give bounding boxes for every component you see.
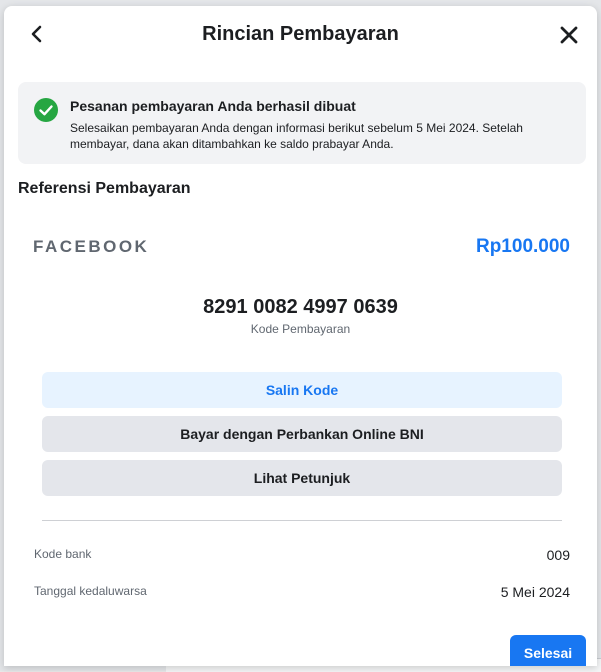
- payment-code-label: Kode Pembayaran: [250, 322, 351, 336]
- facebook-wordmark: FACEBOOK: [33, 237, 150, 256]
- view-instructions-button[interactable]: Lihat Petunjuk: [42, 460, 562, 496]
- bank-code-label: Kode bank: [34, 547, 92, 561]
- done-button[interactable]: Selesai: [510, 635, 586, 666]
- dialog-header: Rincian Pembayaran: [4, 6, 597, 64]
- divider: [42, 520, 562, 521]
- payment-details-dialog: Rincian Pembayaran Pesanan pembayaran An…: [4, 6, 597, 666]
- banner-message: Selesaikan pembayaran Anda dengan inform…: [70, 121, 523, 151]
- copy-code-button[interactable]: Salin Kode: [42, 372, 562, 408]
- section-title: Referensi Pembayaran: [18, 180, 191, 197]
- close-icon: [560, 26, 578, 44]
- bni-online-banking-button[interactable]: Bayar dengan Perbankan Online BNI: [42, 416, 562, 452]
- payment-code: 8291 0082 4997 0639: [203, 296, 398, 318]
- expiry-date-value: 5 Mei 2024: [500, 584, 570, 600]
- dialog-title: Rincian Pembayaran: [202, 23, 399, 45]
- banner-title: Pesanan pembayaran Anda berhasil dibuat: [70, 98, 356, 114]
- bank-code-value: 009: [546, 547, 570, 563]
- check-circle-icon: [34, 98, 58, 122]
- payment-amount: Rp100.000: [475, 236, 570, 257]
- success-banner: Pesanan pembayaran Anda berhasil dibuat …: [18, 82, 586, 164]
- expiry-date-label: Tanggal kedaluwarsa: [34, 584, 147, 598]
- close-button[interactable]: [559, 25, 579, 45]
